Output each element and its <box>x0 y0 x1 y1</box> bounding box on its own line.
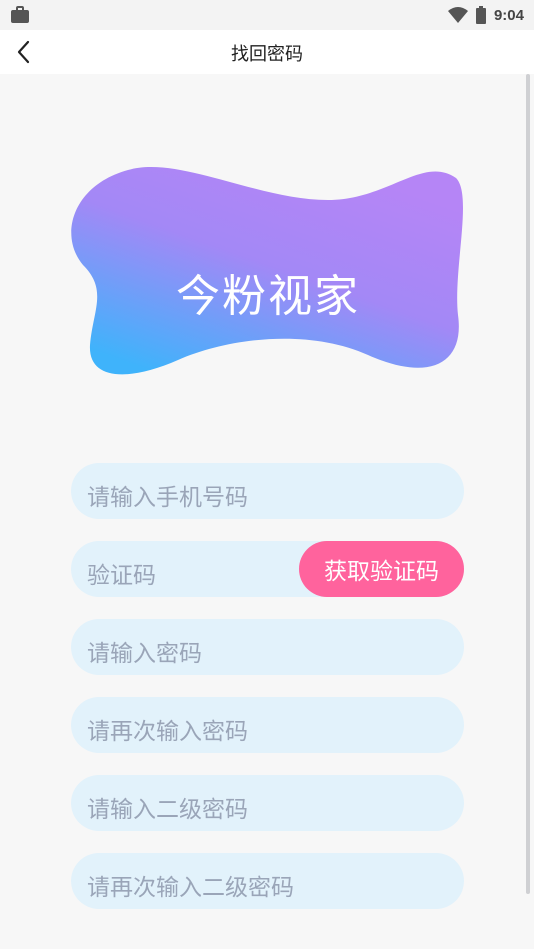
password-confirm-placeholder: 请再次输入密码 <box>87 719 248 745</box>
secondary-password-placeholder: 请输入二级密码 <box>87 797 248 823</box>
status-time: 9:04 <box>493 6 524 24</box>
status-bar: 9:04 <box>0 0 534 30</box>
password-input[interactable]: 请输入密码 <box>71 619 464 675</box>
password-confirm-input[interactable]: 请再次输入密码 <box>71 697 464 753</box>
battery-icon <box>475 6 486 24</box>
briefcase-icon <box>11 6 29 23</box>
status-right: 9:04 <box>447 5 524 25</box>
code-placeholder: 验证码 <box>87 563 156 589</box>
secondary-password-confirm-input[interactable]: 请再次输入二级密码 <box>71 853 464 909</box>
top-bar: 找回密码 <box>0 30 534 74</box>
password-placeholder: 请输入密码 <box>87 641 202 667</box>
wifi-icon <box>447 7 468 23</box>
page-title: 找回密码 <box>231 44 303 65</box>
secondary-password-input[interactable]: 请输入二级密码 <box>71 775 464 831</box>
logo-text: 今粉视家 <box>176 271 360 322</box>
secondary-password-confirm-placeholder: 请再次输入二级密码 <box>87 875 294 901</box>
phone-placeholder: 请输入手机号码 <box>87 485 248 511</box>
phone-input[interactable]: 请输入手机号码 <box>71 463 464 519</box>
verification-code-input[interactable]: 验证码 获取验证码 <box>71 541 464 597</box>
scrollbar[interactable] <box>526 74 530 894</box>
get-code-button[interactable]: 获取验证码 <box>299 541 464 597</box>
app-logo: 今粉视家 <box>68 160 468 385</box>
